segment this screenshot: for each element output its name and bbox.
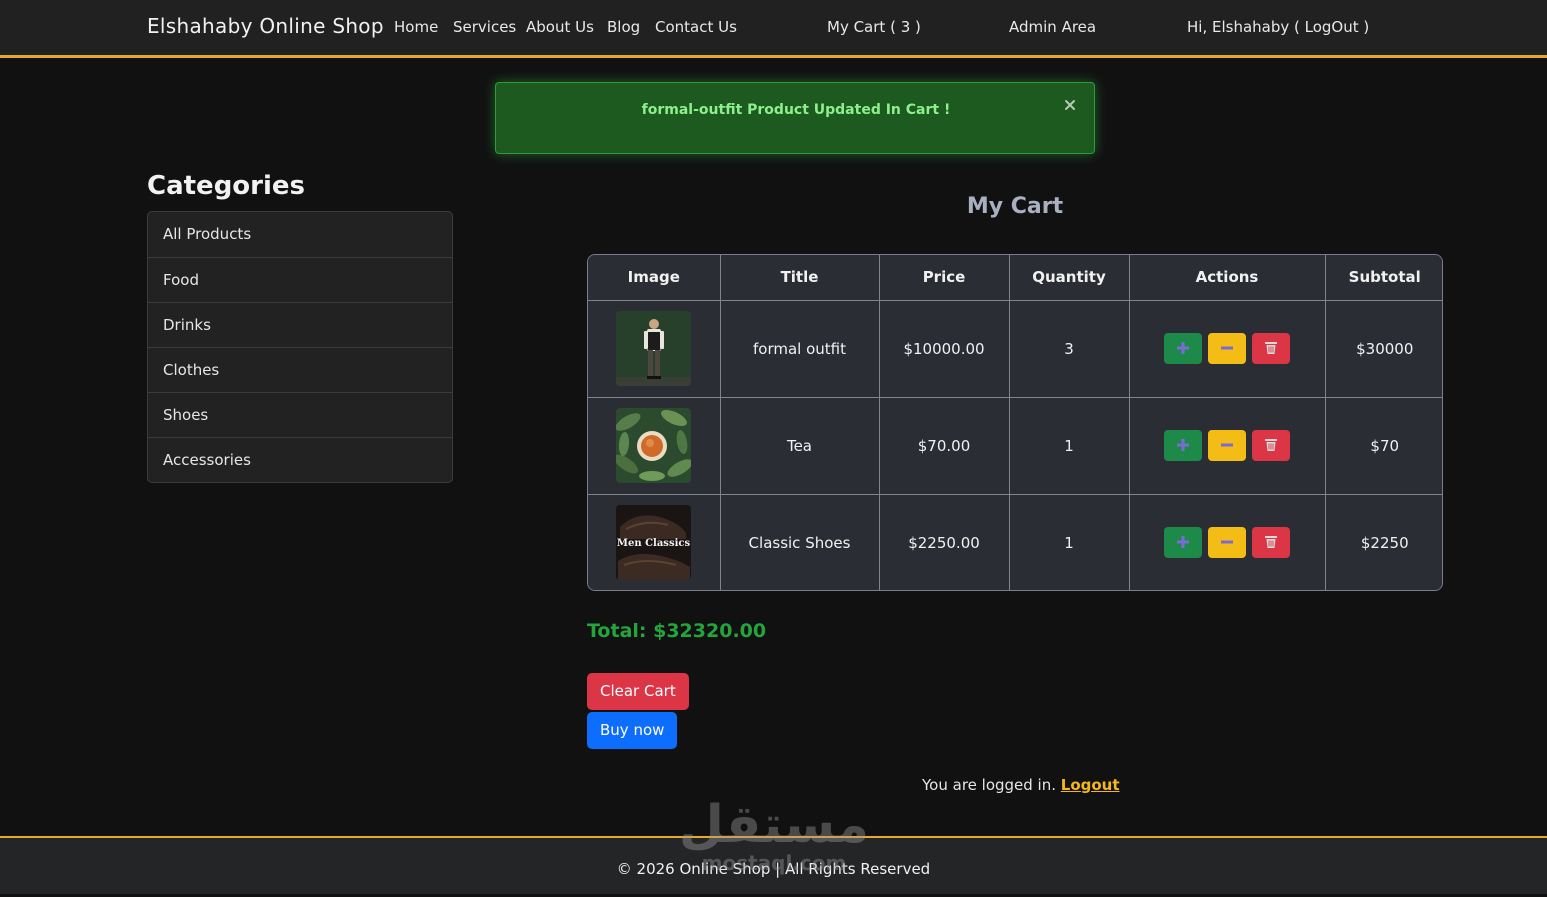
nav-services[interactable]: Services (453, 18, 516, 36)
header-quantity: Quantity (1008, 255, 1130, 301)
brand-link[interactable]: Elshahaby Online Shop (147, 14, 384, 38)
tea-image (616, 408, 692, 483)
category-food[interactable]: Food (148, 257, 452, 302)
cart-title: My Cart (966, 194, 1064, 219)
plus-icon (1177, 439, 1190, 451)
decrease-quantity-button[interactable] (1208, 430, 1246, 461)
nav-contact[interactable]: Contact Us (655, 18, 737, 36)
table-row: Tea $70.00 1 $70 (588, 396, 1442, 495)
increase-quantity-button[interactable] (1164, 430, 1203, 461)
cell-title: Tea (719, 396, 880, 495)
nav-about[interactable]: About Us (526, 18, 594, 36)
category-clothes[interactable]: Clothes (148, 347, 452, 392)
login-status-text: You are logged in. (922, 776, 1056, 794)
navbar: Elshahaby Online Shop Home Services Abou… (0, 0, 1547, 58)
increase-quantity-button[interactable] (1164, 333, 1203, 364)
cart-total: Total: $32320.00 (587, 620, 767, 642)
mostaql-watermark: مستقل mostaql.com (679, 795, 869, 875)
delete-item-button[interactable] (1251, 527, 1290, 559)
cell-price: $2250.00 (878, 493, 1010, 590)
trash-icon (1264, 342, 1277, 354)
nav-user-logout[interactable]: Hi, Elshahaby ( LogOut ) (1187, 18, 1369, 36)
formal-outfit-image (616, 311, 692, 386)
cell-quantity: 1 (1008, 396, 1130, 495)
cell-title: formal outfit (719, 299, 880, 398)
header-title: Title (719, 255, 880, 301)
header-actions: Actions (1128, 255, 1326, 301)
nav-home[interactable]: Home (394, 18, 438, 36)
clear-cart-button[interactable]: Clear Cart (587, 673, 689, 710)
increase-quantity-button[interactable] (1164, 527, 1203, 559)
cell-price: $70.00 (878, 396, 1010, 495)
category-all-products[interactable]: All Products (148, 212, 452, 257)
table-row: formal outfit $10000.00 3 $30000 (588, 299, 1442, 398)
login-status: You are logged in. Logout (922, 776, 1120, 794)
table-row: Men Classics Classic Shoes $2250.00 1 $2… (588, 493, 1442, 590)
cell-subtotal: $2250 (1324, 493, 1442, 590)
categories-title: Categories (147, 171, 306, 201)
classic-shoes-image: Men Classics (616, 505, 692, 581)
buy-now-button[interactable]: Buy now (587, 712, 678, 749)
minus-icon (1221, 346, 1233, 350)
trash-icon (1264, 439, 1277, 451)
svg-text:mostaql.com: mostaql.com (702, 851, 847, 875)
close-icon[interactable] (1063, 97, 1077, 111)
svg-text:مستقل: مستقل (679, 795, 869, 855)
category-shoes[interactable]: Shoes (148, 392, 452, 437)
table-header-row: Image Title Price Quantity Actions Subto… (588, 255, 1442, 301)
cell-quantity: 3 (1008, 299, 1130, 398)
nav-blog[interactable]: Blog (607, 18, 640, 36)
alert-message: formal-outfit Product Updated In Cart ! (641, 102, 951, 118)
cell-quantity: 1 (1008, 493, 1130, 590)
plus-icon (1177, 536, 1190, 549)
category-drinks[interactable]: Drinks (148, 302, 452, 347)
shoes-image-caption: Men Classics (617, 538, 691, 549)
cart-table: Image Title Price Quantity Actions Subto… (587, 254, 1443, 591)
minus-icon (1221, 540, 1233, 544)
nav-admin-area[interactable]: Admin Area (1009, 18, 1096, 36)
logout-link[interactable]: Logout (1061, 776, 1120, 794)
header-image: Image (588, 255, 721, 301)
plus-icon (1177, 342, 1190, 354)
cell-subtotal: $30000 (1324, 299, 1442, 398)
minus-icon (1221, 443, 1233, 447)
success-alert: formal-outfit Product Updated In Cart ! (495, 82, 1095, 154)
cell-title: Classic Shoes (719, 493, 880, 590)
delete-item-button[interactable] (1251, 430, 1290, 461)
cell-price: $10000.00 (878, 299, 1010, 398)
trash-icon (1264, 536, 1277, 549)
decrease-quantity-button[interactable] (1208, 333, 1246, 364)
categories-list: All Products Food Drinks Clothes Shoes A… (147, 211, 453, 483)
header-price: Price (878, 255, 1010, 301)
category-accessories[interactable]: Accessories (148, 437, 452, 482)
decrease-quantity-button[interactable] (1208, 527, 1246, 559)
delete-item-button[interactable] (1251, 333, 1290, 364)
header-subtotal: Subtotal (1324, 255, 1442, 301)
cell-subtotal: $70 (1324, 396, 1442, 495)
nav-my-cart[interactable]: My Cart ( 3 ) (827, 18, 921, 36)
